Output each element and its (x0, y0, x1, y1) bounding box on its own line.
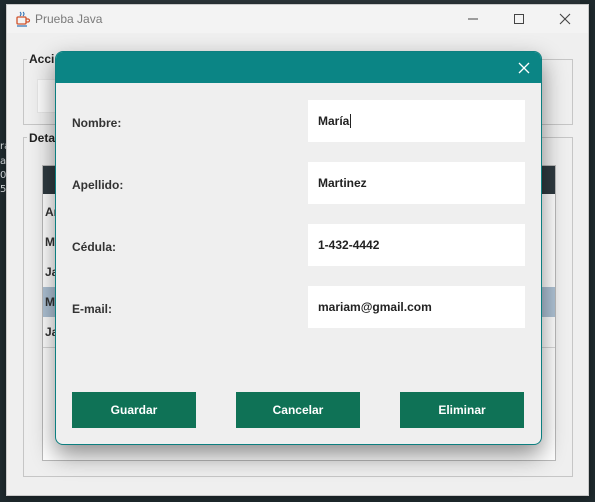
edit-dialog: Nombre: Apellido: Cédula: E-mail: Guarda… (55, 51, 542, 445)
dialog-close-button[interactable] (513, 57, 535, 79)
nombre-input[interactable] (308, 100, 525, 142)
cancel-button[interactable]: Cancelar (236, 392, 360, 428)
dialog-titlebar[interactable] (56, 52, 541, 83)
save-button[interactable]: Guardar (72, 392, 196, 428)
delete-button[interactable]: Eliminar (400, 392, 524, 428)
email-input[interactable] (308, 286, 525, 328)
window-title: Prueba Java (35, 12, 103, 26)
text-caret (350, 114, 351, 128)
window-titlebar[interactable]: Prueba Java (7, 5, 588, 33)
minimize-button[interactable] (450, 5, 496, 33)
detalles-group-label: Deta (27, 131, 58, 145)
java-icon (16, 11, 31, 27)
maximize-button[interactable] (496, 5, 542, 33)
close-button[interactable] (542, 5, 588, 33)
cedula-label: Cédula: (72, 240, 117, 254)
apellido-input[interactable] (308, 162, 525, 204)
acciones-group-label: Acci (27, 52, 57, 66)
close-icon (559, 13, 571, 25)
cedula-input[interactable] (308, 224, 525, 266)
close-icon (518, 62, 530, 74)
maximize-icon (514, 14, 524, 24)
nombre-label: Nombre: (72, 116, 122, 130)
minimize-icon (468, 18, 478, 20)
email-label: E-mail: (72, 302, 113, 316)
apellido-label: Apellido: (72, 178, 124, 192)
